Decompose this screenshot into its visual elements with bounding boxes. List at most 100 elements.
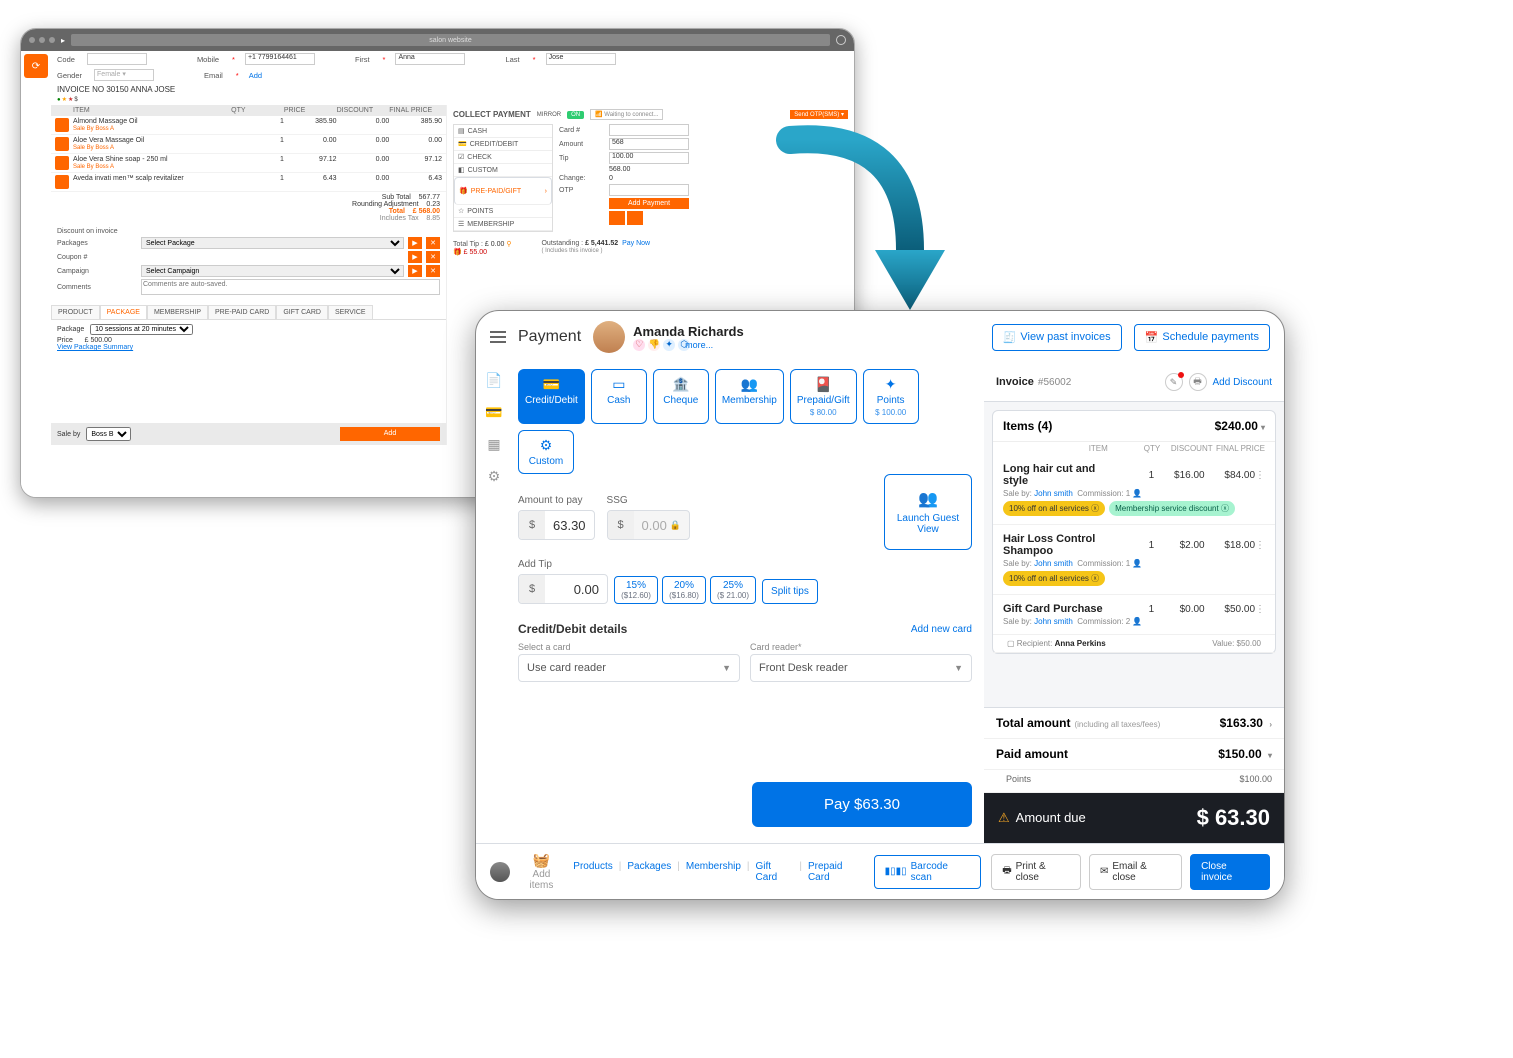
more-link[interactable]: more... (693, 339, 705, 351)
discount-chip[interactable]: 10% off on all services ⓧ (1003, 501, 1105, 516)
menu-icon[interactable] (490, 331, 506, 343)
discount-chip[interactable]: Membership service discount ⓧ (1109, 501, 1235, 516)
payment-method-cheque[interactable]: 🏦Cheque (653, 369, 709, 424)
basket-icon[interactable]: 🧺 (520, 852, 564, 869)
payment-method-membership[interactable]: ☰ MEMBERSHIP (454, 218, 552, 231)
table-row[interactable]: Aveda invati men™ scalp revitalizer16.43… (51, 173, 446, 192)
tab-package[interactable]: PACKAGE (100, 305, 147, 319)
payment-method-pre-paid-gift[interactable]: 🎁 PRE-PAID/GIFT › (454, 177, 552, 205)
apply-icon[interactable]: ▶ (408, 265, 422, 277)
receipt-icon[interactable] (627, 211, 643, 225)
view-package-link[interactable]: View Package Summary (57, 344, 440, 351)
add-prepaid-card-link[interactable]: Prepaid Card (808, 861, 864, 883)
file-icon[interactable]: 📄 (485, 371, 503, 389)
remove-icon[interactable]: ✕ (426, 237, 440, 249)
launch-guest-view-button[interactable]: 👥 Launch Guest View (884, 474, 972, 550)
add-email-link[interactable]: Add (249, 71, 262, 80)
app-logo-icon[interactable]: ⟳ (24, 54, 48, 78)
payment-method-custom[interactable]: ◧ CUSTOM (454, 164, 552, 177)
comments-input[interactable] (141, 279, 440, 295)
add-discount-link[interactable]: Add Discount (1213, 377, 1272, 388)
add-products-link[interactable]: Products (573, 861, 612, 883)
print-close-button[interactable]: 🖶Print & close (991, 854, 1081, 890)
payment-method-points[interactable]: ☆ POINTS (454, 205, 552, 218)
view-past-invoices-button[interactable]: 🧾View past invoices (992, 324, 1122, 351)
tab-product[interactable]: PRODUCT (51, 305, 100, 319)
remove-icon[interactable]: ✕ (426, 265, 440, 277)
tip-input[interactable]: $ 0.00 (518, 574, 608, 604)
tip-percent-button[interactable]: 25%($ 21.00) (710, 576, 756, 604)
tab-pre-paid-card[interactable]: PRE-PAID CARD (208, 305, 276, 319)
apply-icon[interactable]: ▶ (408, 251, 422, 263)
notes-icon[interactable]: ✎ (1165, 373, 1183, 391)
mirror-on-badge[interactable]: ON (567, 111, 584, 119)
mobile-input[interactable]: +1 7799164461 (245, 53, 315, 65)
payment-method-cash[interactable]: ▤ CASH (454, 125, 552, 138)
amount-input[interactable]: $ 63.30 (518, 510, 595, 540)
more-icon[interactable]: ⋮ (1255, 470, 1265, 481)
split-tips-button[interactable]: Split tips (762, 579, 818, 604)
invoice-line[interactable]: Long hair cut and style1$16.00$84.00⋮Sal… (993, 455, 1275, 525)
pay-button[interactable]: Pay $63.30 (752, 782, 972, 827)
campaign-select[interactable]: Select Campaign (141, 265, 404, 277)
add-new-card-link[interactable]: Add new card (911, 624, 972, 635)
wallet-icon[interactable]: 💳 (485, 403, 503, 421)
chevron-down-icon[interactable]: ▾ (1261, 423, 1265, 432)
table-row[interactable]: Aloe Vera Shine soap - 250 mlSale By Bos… (51, 154, 446, 173)
amount-input[interactable]: 568 (609, 138, 689, 150)
payment-method-credit[interactable]: 💳Credit/Debit (518, 369, 585, 424)
address-bar[interactable]: salon website (71, 34, 830, 46)
table-row[interactable]: Almond Massage OilSale By Boss A1385.900… (51, 116, 446, 135)
schedule-payments-button[interactable]: 📅Schedule payments (1134, 324, 1270, 351)
payment-method-prepaid[interactable]: 🎴Prepaid/Gift$ 80.00 (790, 369, 857, 424)
more-icon[interactable]: ⋮ (1255, 540, 1265, 551)
code-input[interactable] (87, 53, 147, 65)
add-gift-card-link[interactable]: Gift Card (756, 861, 794, 883)
search-icon[interactable] (836, 35, 846, 45)
remove-icon[interactable]: ✕ (426, 251, 440, 263)
print-icon[interactable]: 🖶 (1189, 373, 1207, 391)
first-input[interactable]: Anna (395, 53, 465, 65)
invoice-line[interactable]: Hair Loss Control Shampoo1$2.00$18.00⋮Sa… (993, 525, 1275, 595)
guest-block[interactable]: Amanda Richards ♡ 👎 ✦ ⬡ more... (593, 321, 744, 353)
invoice-line[interactable]: Gift Card Purchase1$0.00$50.00⋮Sale by: … (993, 595, 1275, 635)
otp-input[interactable] (609, 184, 689, 196)
close-invoice-button[interactable]: Close invoice (1190, 854, 1270, 890)
table-row[interactable]: Aloe Vera Massage OilSale By Boss A10.00… (51, 135, 446, 154)
tab-service[interactable]: SERVICE (328, 305, 373, 319)
add-payment-button[interactable]: Add Payment (609, 198, 689, 209)
payment-method-custom[interactable]: ⚙Custom (518, 430, 574, 474)
discount-chip[interactable]: 10% off on all services ⓧ (1003, 571, 1105, 586)
tip-input[interactable]: 100.00 (609, 152, 689, 164)
card-input[interactable] (609, 124, 689, 136)
pay-now-link[interactable]: Pay Now (622, 240, 650, 247)
gear-icon[interactable]: ⚙ (485, 467, 503, 485)
tab-gift-card[interactable]: GIFT CARD (276, 305, 328, 319)
packages-select[interactable]: Select Package (141, 237, 404, 249)
total-amount-row[interactable]: Total amount(including all taxes/fees) $… (984, 708, 1284, 739)
payment-method-check[interactable]: ☑ CHECK (454, 151, 552, 164)
operator-avatar-icon[interactable] (490, 862, 510, 882)
add-button[interactable]: Add (340, 427, 440, 441)
barcode-scan-button[interactable]: ▮▯▮▯Barcode scan (874, 855, 982, 889)
payment-method-cash[interactable]: ▭Cash (591, 369, 647, 424)
payment-method-membership[interactable]: 👥Membership (715, 369, 784, 424)
payment-method-credit-debit[interactable]: 💳 CREDIT/DEBIT (454, 138, 552, 151)
gender-select[interactable]: Female ▾ (94, 69, 154, 81)
last-input[interactable]: Jose (546, 53, 616, 65)
tab-membership[interactable]: MEMBERSHIP (147, 305, 208, 319)
payment-method-points[interactable]: ✦Points$ 100.00 (863, 369, 919, 424)
email-close-button[interactable]: ✉Email & close (1089, 854, 1182, 890)
add-membership-link[interactable]: Membership (686, 861, 741, 883)
tip-percent-button[interactable]: 20%($16.80) (662, 576, 706, 604)
select-card-dropdown[interactable]: Use card reader ▼ (518, 654, 740, 682)
card-reader-dropdown[interactable]: Front Desk reader ▼ (750, 654, 972, 682)
tip-percent-button[interactable]: 15%($12.60) (614, 576, 658, 604)
print-icon[interactable] (609, 211, 625, 225)
apply-icon[interactable]: ▶ (408, 237, 422, 249)
more-icon[interactable]: ⋮ (1255, 604, 1265, 615)
send-otp-button[interactable]: Send OTP(SMS) ▾ (790, 110, 848, 119)
saleby-select[interactable]: Boss B (86, 427, 131, 441)
add-packages-link[interactable]: Packages (627, 861, 671, 883)
grid-icon[interactable]: ▦ (485, 435, 503, 453)
